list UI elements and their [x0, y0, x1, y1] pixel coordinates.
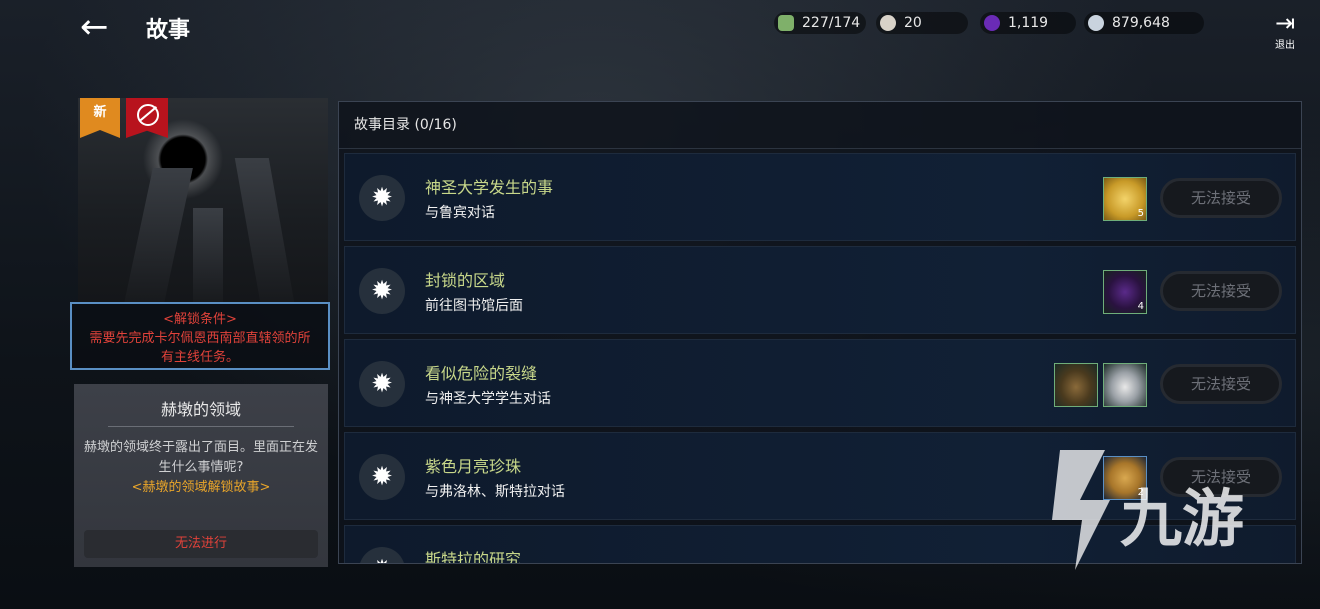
reward-count: 2	[1137, 487, 1144, 498]
resource-stamina: 227/174	[774, 12, 866, 34]
door-exit-icon: ⇥	[1274, 9, 1296, 37]
catalog-header: 故事目录 (0/16)	[339, 102, 1301, 149]
exit-button[interactable]: ⇥ 退出	[1270, 10, 1300, 54]
cannot-accept-button[interactable]: 无法接受	[1160, 178, 1282, 218]
story-row-subtitle: 前往图书馆后面	[425, 298, 523, 314]
resource-purple-orb: 1,119	[980, 12, 1076, 34]
page-title: 故事	[146, 18, 191, 43]
resource-silver: 879,648	[1084, 12, 1204, 34]
unlock-condition-text: 需要先完成卡尔佩恩西南部直辖领的所有主线任务。	[89, 331, 311, 365]
story-catalog-panel: 故事目录 (0/16) ✹ 神圣大学发生的事 与鲁宾对话 5 无法接受 ✹ 封锁…	[338, 101, 1302, 564]
gold-coin-icon[interactable]: 5	[1103, 177, 1147, 221]
milk-can-icon[interactable]	[1103, 363, 1147, 407]
story-row-subtitle: 与鲁宾对话	[425, 205, 495, 221]
story-row[interactable]: ✹ 紫色月亮珍珠 与弗洛林、斯特拉对话 2 无法接受	[344, 432, 1296, 520]
pearl-icon	[880, 15, 896, 31]
unlock-condition-title: <解锁条件>	[163, 312, 237, 327]
resource-value: 227/174	[802, 15, 861, 31]
backpack-icon[interactable]: 2	[1103, 456, 1147, 500]
gear-emblem-icon: ✹	[359, 268, 405, 314]
story-row[interactable]: ✹ 封锁的区域 前往图书馆后面 4 无法接受	[344, 246, 1296, 334]
gear-emblem-icon: ✹	[359, 361, 405, 407]
silver-coin-icon	[1088, 15, 1104, 31]
resource-value: 1,119	[1008, 15, 1049, 31]
unlock-condition: <解锁条件> 需要先完成卡尔佩恩西南部直辖领的所有主线任务。	[70, 302, 330, 370]
story-row-title: 封锁的区域	[425, 271, 506, 290]
no-entry-icon	[137, 104, 159, 126]
story-row-title: 斯特拉的研究	[425, 550, 522, 564]
story-description: 赫墩的领域终于露出了面目。里面正在发生什么事情呢? <赫墩的领域解锁故事>	[82, 438, 320, 498]
cannot-proceed-button[interactable]: 无法进行	[84, 530, 318, 558]
story-name: 赫墩的领域	[108, 396, 294, 427]
reward-count: 4	[1137, 301, 1144, 312]
story-row-title: 神圣大学发生的事	[425, 178, 554, 197]
story-row-subtitle: 与弗洛林、斯特拉对话	[425, 484, 565, 500]
stamina-icon	[778, 15, 794, 31]
gear-emblem-icon: ✹	[359, 454, 405, 500]
resource-pearl: 20	[876, 12, 968, 34]
turtle-shell-icon[interactable]	[1054, 363, 1098, 407]
story-row-title: 看似危险的裂缝	[425, 364, 538, 383]
reward-count: 5	[1137, 208, 1144, 219]
top-bar: ← 故事 227/174 20 1,119 879,648 ⇥ 退出	[58, 0, 1320, 58]
story-row-title: 紫色月亮珍珠	[425, 457, 522, 476]
resource-value: 879,648	[1112, 15, 1170, 31]
cannot-accept-button[interactable]: 无法接受	[1160, 457, 1282, 497]
story-row-subtitle: 与神圣大学学生对话	[425, 391, 551, 407]
story-description-highlight: <赫墩的领域解锁故事>	[131, 480, 271, 495]
story-row[interactable]: ✹ 斯特拉的研究	[344, 525, 1296, 564]
cannot-accept-button[interactable]: 无法接受	[1160, 271, 1282, 311]
purple-orb-icon	[984, 15, 1000, 31]
story-row[interactable]: ✹ 看似危险的裂缝 与神圣大学学生对话 无法接受	[344, 339, 1296, 427]
resource-value: 20	[904, 15, 922, 31]
gear-emblem-icon: ✹	[359, 547, 405, 563]
cannot-accept-button[interactable]: 无法接受	[1160, 364, 1282, 404]
back-arrow-icon[interactable]: ←	[80, 10, 114, 44]
purple-crystal-icon[interactable]: 4	[1103, 270, 1147, 314]
exit-label: 退出	[1275, 40, 1295, 51]
gear-emblem-icon: ✹	[359, 175, 405, 221]
story-description-text: 赫墩的领域终于露出了面目。里面正在发生什么事情呢?	[83, 440, 318, 475]
story-row[interactable]: ✹ 神圣大学发生的事 与鲁宾对话 5 无法接受	[344, 153, 1296, 241]
story-info-panel: 赫墩的领域 赫墩的领域终于露出了面目。里面正在发生什么事情呢? <赫墩的领域解锁…	[74, 384, 328, 567]
